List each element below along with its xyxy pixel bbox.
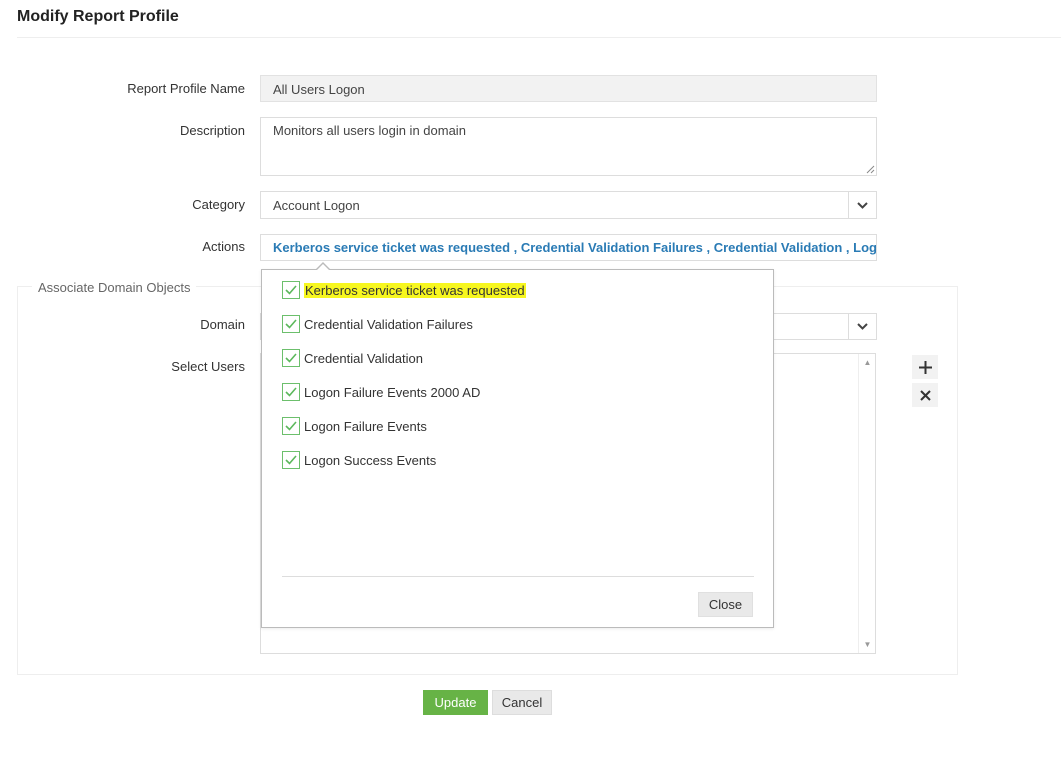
actions-label: Actions bbox=[202, 239, 245, 254]
category-value: Account Logon bbox=[273, 198, 360, 213]
checkbox[interactable] bbox=[282, 451, 300, 469]
users-scrollbar[interactable]: ▲ ▼ bbox=[858, 354, 875, 653]
profile-name-label: Report Profile Name bbox=[127, 81, 245, 96]
associate-domain-legend: Associate Domain Objects bbox=[32, 280, 197, 295]
category-label: Category bbox=[192, 197, 245, 212]
check-icon bbox=[285, 387, 297, 397]
close-icon bbox=[919, 389, 931, 401]
profile-name-input[interactable]: All Users Logon bbox=[260, 75, 877, 102]
action-option-label: Credential Validation Failures bbox=[304, 316, 473, 332]
page-title: Modify Report Profile bbox=[17, 8, 179, 25]
action-option-label: Logon Failure Events bbox=[304, 418, 427, 434]
check-icon bbox=[285, 455, 297, 465]
scroll-up-icon[interactable]: ▲ bbox=[859, 354, 876, 371]
action-option[interactable]: Logon Failure Events bbox=[282, 416, 427, 436]
checkbox[interactable] bbox=[282, 417, 300, 435]
title-divider bbox=[17, 37, 1061, 38]
cancel-button[interactable]: Cancel bbox=[492, 690, 552, 715]
check-icon bbox=[285, 421, 297, 431]
action-option[interactable]: Logon Success Events bbox=[282, 450, 436, 470]
check-icon bbox=[285, 319, 297, 329]
remove-user-button[interactable] bbox=[912, 383, 938, 407]
checkbox[interactable] bbox=[282, 349, 300, 367]
popup-caret-inner bbox=[316, 263, 330, 271]
check-icon bbox=[285, 353, 297, 363]
update-button[interactable]: Update bbox=[423, 690, 488, 715]
category-select[interactable]: Account Logon bbox=[260, 191, 877, 219]
action-option-label: Credential Validation bbox=[304, 350, 423, 366]
actions-popup: Kerberos service ticket was requested Cr… bbox=[261, 269, 774, 628]
popup-divider bbox=[282, 576, 754, 577]
checkbox[interactable] bbox=[282, 383, 300, 401]
description-label: Description bbox=[179, 123, 245, 138]
action-option[interactable]: Logon Failure Events 2000 AD bbox=[282, 382, 480, 402]
check-icon bbox=[285, 285, 297, 295]
action-option[interactable]: Credential Validation Failures bbox=[282, 314, 473, 334]
action-option[interactable]: Credential Validation bbox=[282, 348, 423, 368]
close-button[interactable]: Close bbox=[698, 592, 753, 617]
action-option-label: Kerberos service ticket was requested bbox=[304, 282, 526, 298]
domain-label: Domain bbox=[200, 317, 245, 332]
select-users-label: Select Users bbox=[171, 359, 245, 374]
action-option[interactable]: Kerberos service ticket was requested bbox=[282, 280, 526, 300]
checkbox[interactable] bbox=[282, 281, 300, 299]
scroll-down-icon[interactable]: ▼ bbox=[859, 636, 876, 653]
action-option-label: Logon Success Events bbox=[304, 452, 437, 468]
description-textarea[interactable]: Monitors all users login in domain bbox=[260, 117, 877, 176]
chevron-down-icon[interactable] bbox=[848, 314, 876, 339]
actions-selector[interactable]: Kerberos service ticket was requested , … bbox=[260, 234, 877, 261]
plus-icon bbox=[918, 360, 932, 374]
resize-grip-icon[interactable] bbox=[866, 165, 875, 174]
action-option-label: Logon Failure Events 2000 AD bbox=[304, 384, 481, 400]
add-user-button[interactable] bbox=[912, 355, 938, 379]
description-text: Monitors all users login in domain bbox=[273, 123, 466, 138]
checkbox[interactable] bbox=[282, 315, 300, 333]
chevron-down-icon[interactable] bbox=[848, 192, 876, 218]
